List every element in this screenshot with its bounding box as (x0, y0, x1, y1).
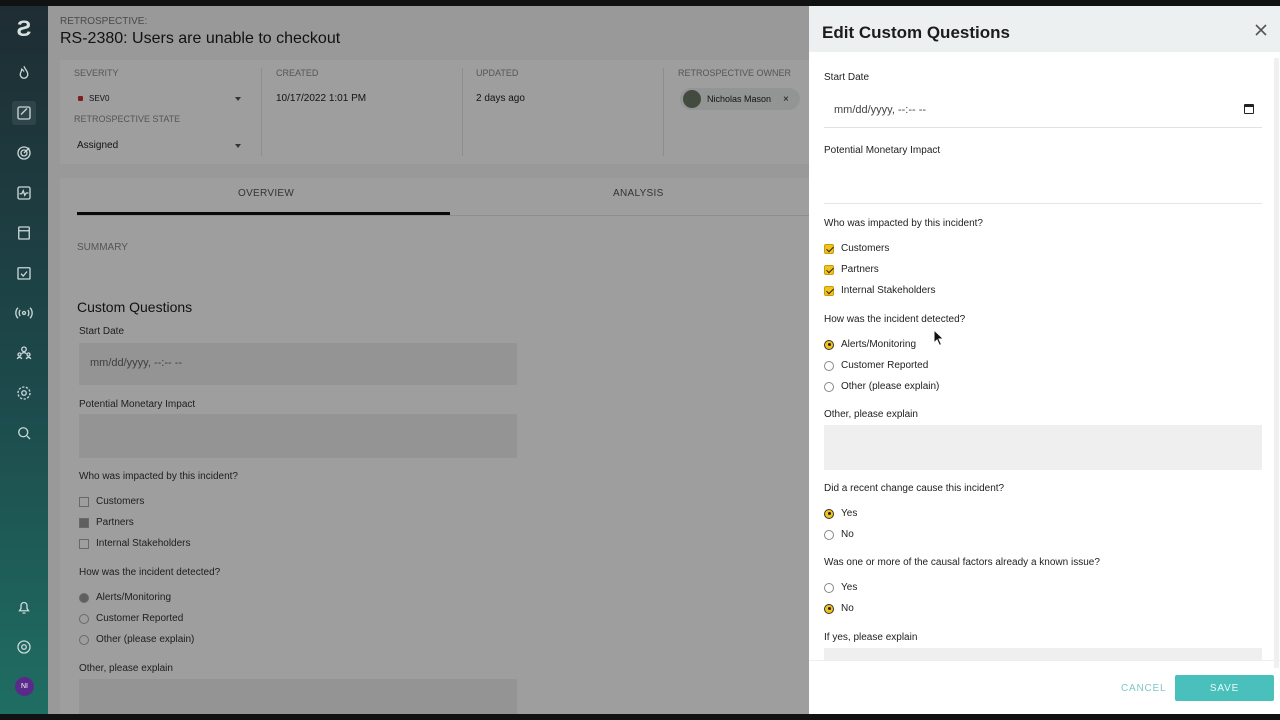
pulse-icon[interactable] (12, 181, 36, 205)
tasks-icon[interactable] (12, 261, 36, 285)
recent-change-no-radio[interactable]: No (824, 529, 854, 540)
mouse-cursor-icon (933, 329, 945, 347)
brand-logo-icon[interactable]: Ƨ (13, 16, 35, 41)
known-issue-label: Was one or more of the causal factors al… (824, 557, 1100, 568)
detected-customer-radio[interactable]: Customer Reported (824, 360, 928, 371)
radio-selected-icon (824, 339, 834, 350)
known-issue-yes-radio[interactable]: Yes (824, 582, 857, 593)
edit-custom-questions-drawer: Edit Custom Questions Start Date mm/dd/y… (809, 6, 1280, 714)
radio-icon (824, 529, 834, 540)
modal-backdrop[interactable] (48, 6, 809, 714)
drawer-title: Edit Custom Questions (822, 23, 1010, 42)
recent-change-yes-radio[interactable]: Yes (824, 508, 857, 519)
impacted-partners-checkbox[interactable]: Partners (824, 264, 879, 275)
calendar-icon[interactable] (1244, 104, 1254, 114)
impacted-internal-checkbox[interactable]: Internal Stakeholders (824, 285, 936, 296)
drawer-footer: CANCEL SAVE (809, 660, 1280, 714)
notifications-bell-icon[interactable] (12, 595, 36, 619)
radio-icon (824, 582, 834, 593)
help-lifebuoy-icon[interactable] (12, 635, 36, 659)
known-issue-no-radio[interactable]: No (824, 603, 854, 614)
monetary-impact-input[interactable] (824, 203, 1262, 204)
broadcast-icon[interactable] (12, 301, 36, 325)
checkbox-checked-icon (824, 243, 834, 254)
detected-alerts-radio[interactable]: Alerts/Monitoring (824, 339, 916, 350)
radio-selected-icon (824, 603, 834, 614)
start-date-label: Start Date (824, 72, 870, 83)
app-window: Ƨ NI RETROSPECTIVE: RS-2380: Users are u… (0, 6, 1280, 714)
drawer-header: Edit Custom Questions (809, 6, 1280, 52)
cancel-button[interactable]: CANCEL (1121, 683, 1166, 694)
other-explain-label: Other, please explain (824, 409, 918, 420)
if-yes-explain-textarea[interactable] (824, 648, 1262, 660)
user-avatar[interactable]: NI (15, 677, 34, 696)
checkbox-checked-icon (824, 285, 834, 296)
detected-other-radio[interactable]: Other (please explain) (824, 381, 939, 392)
detected-label: How was the incident detected? (824, 314, 966, 325)
radio-selected-icon (824, 508, 834, 519)
teams-icon[interactable] (12, 341, 36, 365)
start-date-input[interactable]: mm/dd/yyyy, --:-- -- (824, 92, 1262, 128)
recent-change-label: Did a recent change cause this incident? (824, 483, 1005, 494)
search-icon[interactable] (12, 421, 36, 445)
drawer-scrollbar[interactable] (1274, 58, 1279, 668)
catalog-icon[interactable] (12, 221, 36, 245)
if-yes-explain-label: If yes, please explain (824, 632, 918, 643)
radio-icon (824, 381, 834, 392)
sidebar: Ƨ NI (0, 6, 48, 714)
settings-gear-icon[interactable] (12, 381, 36, 405)
retrospectives-icon[interactable] (12, 101, 36, 125)
save-button[interactable]: SAVE (1175, 675, 1274, 701)
other-explain-textarea[interactable] (824, 425, 1262, 470)
drawer-form[interactable]: Start Date mm/dd/yyyy, --:-- -- Potentia… (809, 52, 1280, 660)
incidents-flame-icon[interactable] (12, 61, 36, 85)
impacted-customers-checkbox[interactable]: Customers (824, 243, 889, 254)
radio-icon (824, 360, 834, 371)
checkbox-checked-icon (824, 264, 834, 275)
impacted-label: Who was impacted by this incident? (824, 218, 983, 229)
monetary-impact-label: Potential Monetary Impact (824, 145, 941, 156)
close-icon[interactable] (1254, 23, 1268, 37)
target-icon[interactable] (12, 141, 36, 165)
